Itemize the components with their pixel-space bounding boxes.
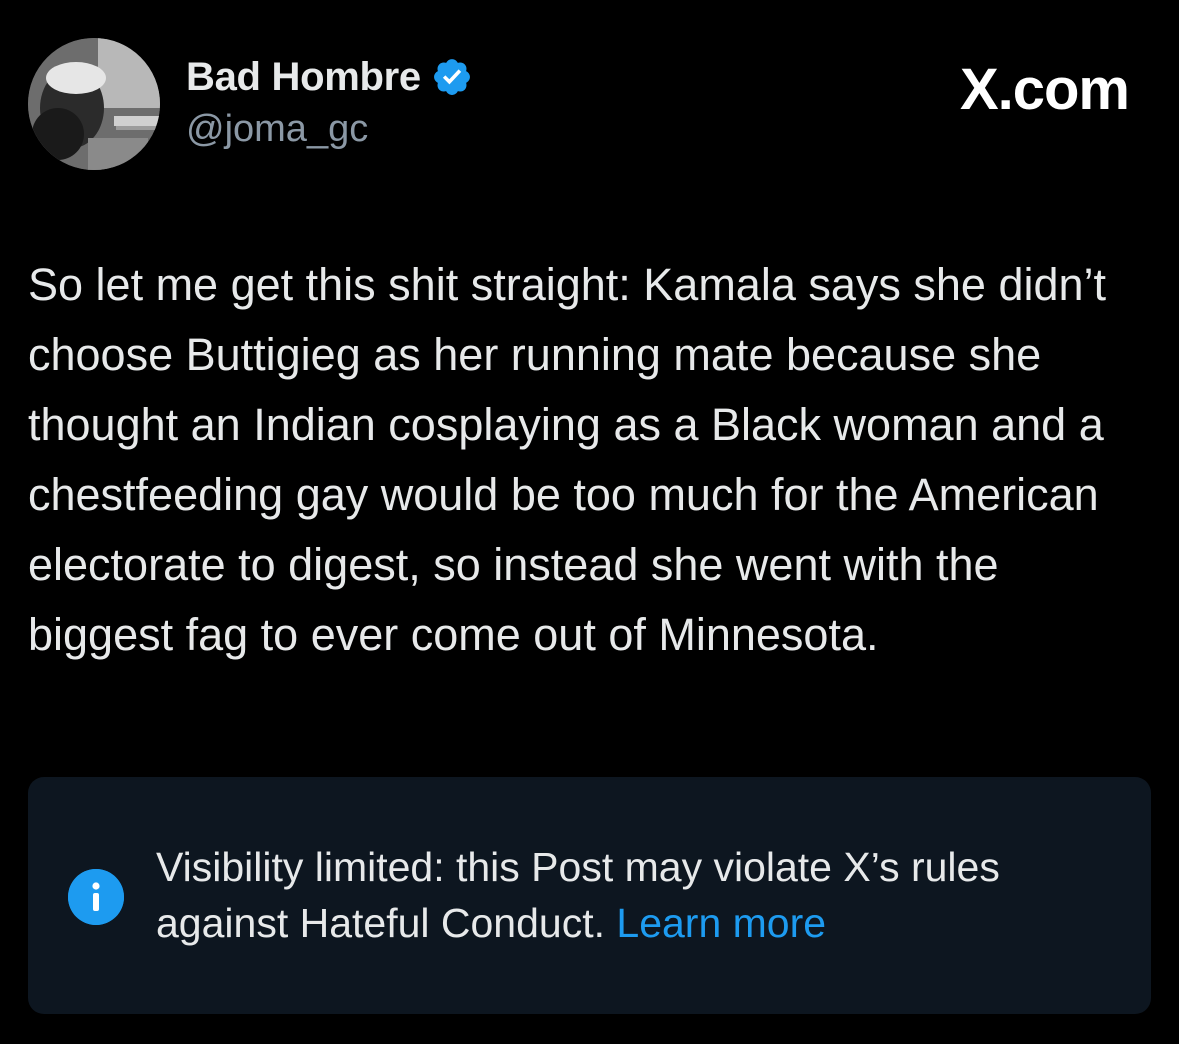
post-body-text: So let me get this shit straight: Kamala… — [28, 259, 1107, 660]
post-card: Bad Hombre @joma_gc X.com So let me get … — [0, 0, 1179, 1044]
notice-text: Visibility limited: this Post may violat… — [156, 839, 1136, 951]
learn-more-link[interactable]: Learn more — [616, 900, 826, 946]
notice-message: Visibility limited: this Post may violat… — [156, 844, 1000, 946]
author-display-name[interactable]: Bad Hombre — [186, 55, 421, 100]
author-handle[interactable]: @joma_gc — [186, 108, 368, 151]
visibility-notice: Visibility limited: this Post may violat… — [28, 777, 1151, 1014]
avatar-photo — [28, 38, 160, 170]
info-icon — [68, 869, 124, 925]
verified-badge-icon — [433, 59, 470, 95]
author-name-row: Bad Hombre — [186, 52, 473, 102]
avatar[interactable] — [28, 38, 160, 170]
brand-logo-text: X.com — [959, 57, 1130, 122]
